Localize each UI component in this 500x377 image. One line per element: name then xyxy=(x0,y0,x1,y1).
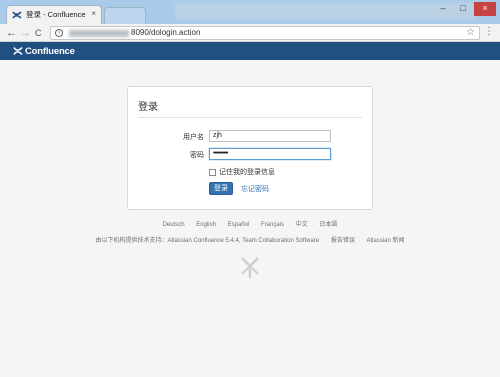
bookmark-star-icon[interactable]: ☆ xyxy=(466,27,475,38)
separator: · xyxy=(288,222,291,228)
username-input[interactable]: zjh xyxy=(209,130,331,142)
logo-text: Confluence xyxy=(25,45,75,57)
remember-me-row: 记住我的登录信息 xyxy=(209,167,275,177)
language-link[interactable]: Español xyxy=(228,222,250,228)
blurred-host xyxy=(69,30,129,37)
language-link[interactable]: Français xyxy=(261,222,284,228)
language-link[interactable]: 日本語 xyxy=(319,222,337,228)
remember-me-checkbox[interactable] xyxy=(209,168,216,176)
language-list: Deutsch · English · Español · Français · 中文 ·… xyxy=(0,219,500,228)
url-text: 8090/dologin.action xyxy=(131,28,201,37)
login-form: 登录 用户名 zjh 密码 •••••••••• 记住我的登录信息 登录 忘记密… xyxy=(127,86,373,210)
separator: · xyxy=(219,222,222,228)
blurred-notice xyxy=(175,3,475,19)
confluence-header: Confluence xyxy=(0,42,500,60)
username-label: 用户名 xyxy=(183,134,204,141)
tab-title: 登录 - Confluence xyxy=(26,10,86,19)
tab-close-icon[interactable]: × xyxy=(91,9,96,19)
login-button[interactable]: 登录 xyxy=(209,182,233,195)
login-title: 登录 xyxy=(138,102,158,113)
password-label: 密码 xyxy=(190,152,204,159)
language-link[interactable]: Deutsch xyxy=(163,222,185,228)
powered-by-text[interactable]: 由以下机构提供技术支持：Atlassian Confluence 5.4.4, … xyxy=(95,238,319,244)
password-input[interactable]: •••••••••• xyxy=(209,148,331,160)
maximize-button[interactable]: □ xyxy=(454,2,472,16)
new-tab-button[interactable] xyxy=(104,7,146,24)
browser-tab[interactable]: 登录 - Confluence × xyxy=(6,5,102,24)
close-window-button[interactable]: × xyxy=(474,2,496,16)
confluence-favicon-icon xyxy=(12,11,22,19)
forward-icon[interactable]: → xyxy=(20,26,31,40)
powered-by-footer: 由以下机构提供技术支持：Atlassian Confluence 5.4.4, … xyxy=(0,235,500,244)
address-bar[interactable]: i 8090/dologin.action ☆ xyxy=(50,26,480,40)
reload-icon[interactable]: C xyxy=(35,26,42,40)
separator: · xyxy=(253,222,256,228)
separator: · xyxy=(323,238,326,244)
separator: · xyxy=(188,222,191,228)
minimize-button[interactable]: – xyxy=(434,2,452,16)
confluence-logo-icon xyxy=(13,46,23,56)
remember-me-label: 记住我的登录信息 xyxy=(219,169,275,176)
window-controls: – □ × xyxy=(434,2,496,16)
report-bug-link[interactable]: 报告错误 xyxy=(331,238,355,244)
confluence-logo[interactable]: Confluence xyxy=(13,45,75,57)
atlassian-footer-logo-icon xyxy=(241,257,259,278)
page-body: 登录 用户名 zjh 密码 •••••••••• 记住我的登录信息 登录 忘记密… xyxy=(0,60,500,377)
forgot-password-link[interactable]: 忘记密码 xyxy=(241,184,269,194)
browser-menu-icon[interactable]: ⋮ xyxy=(484,26,494,37)
separator: · xyxy=(311,222,314,228)
info-icon[interactable]: i xyxy=(55,29,63,37)
browser-toolbar: ← → C i 8090/dologin.action ☆ ⋮ xyxy=(0,24,500,42)
separator: · xyxy=(358,238,361,244)
language-link[interactable]: English xyxy=(196,222,216,228)
divider xyxy=(138,117,362,118)
news-link[interactable]: Atlassian 新闻 xyxy=(367,238,405,244)
browser-titlebar: 登录 - Confluence × – □ × xyxy=(0,0,500,24)
back-icon[interactable]: ← xyxy=(6,26,17,40)
language-link[interactable]: 中文 xyxy=(296,222,308,228)
